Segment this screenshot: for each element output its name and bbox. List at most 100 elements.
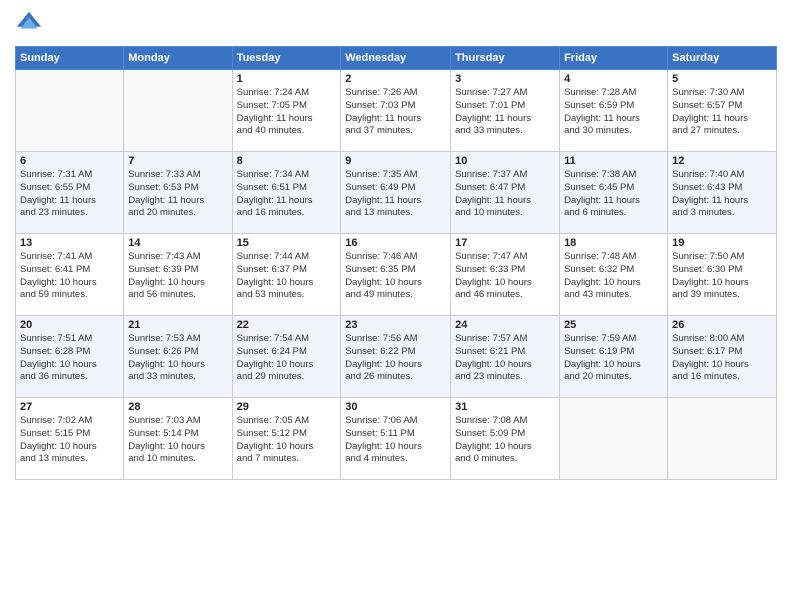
calendar-cell: 1 Sunrise: 7:24 AM Sunset: 7:05 PM Daylig… (232, 70, 341, 152)
calendar-week-4: 20Sunrise: 7:51 AM Sunset: 6:28 PM Dayli… (16, 316, 777, 398)
day-number: 17 (455, 237, 555, 249)
day-number: 19 (672, 237, 772, 249)
day-number: 18 (564, 237, 663, 249)
calendar-cell (668, 398, 777, 480)
logo (15, 10, 45, 38)
day-info: Sunrise: 7:40 AM Sunset: 6:43 PM Dayligh… (672, 169, 772, 220)
calendar-cell: 12 Sunrise: 7:40 AM Sunset: 6:43 PM Dayli… (668, 152, 777, 234)
calendar-cell: 20Sunrise: 7:51 AM Sunset: 6:28 PM Dayli… (16, 316, 124, 398)
calendar-week-2: 6 Sunrise: 7:31 AM Sunset: 6:55 PM Daylig… (16, 152, 777, 234)
day-info: Sunrise: 7:28 AM Sunset: 6:59 PM Dayligh… (564, 87, 663, 138)
calendar-cell: 26 Sunrise: 8:00 AM Sunset: 6:17 PM Dayli… (668, 316, 777, 398)
calendar-week-3: 13Sunrise: 7:41 AM Sunset: 6:41 PM Dayli… (16, 234, 777, 316)
day-info: Sunrise: 7:37 AM Sunset: 6:47 PM Dayligh… (455, 169, 555, 220)
day-number: 6 (20, 155, 119, 167)
day-number: 27 (20, 401, 119, 413)
day-number: 4 (564, 73, 663, 85)
calendar-cell: 21 Sunrise: 7:53 AM Sunset: 6:26 PM Dayli… (124, 316, 232, 398)
day-info: Sunrise: 7:31 AM Sunset: 6:55 PM Dayligh… (20, 169, 119, 220)
day-number: 10 (455, 155, 555, 167)
day-header-tuesday: Tuesday (232, 47, 341, 70)
day-info: Sunrise: 7:02 AM Sunset: 5:15 PM Dayligh… (20, 415, 119, 466)
day-number: 14 (128, 237, 227, 249)
day-number: 11 (564, 155, 663, 167)
day-header-saturday: Saturday (668, 47, 777, 70)
calendar-week-1: 1 Sunrise: 7:24 AM Sunset: 7:05 PM Daylig… (16, 70, 777, 152)
calendar-cell: 15 Sunrise: 7:44 AM Sunset: 6:37 PM Dayli… (232, 234, 341, 316)
day-number: 5 (672, 73, 772, 85)
day-number: 8 (237, 155, 337, 167)
day-number: 28 (128, 401, 227, 413)
header-row: SundayMondayTuesdayWednesdayThursdayFrid… (16, 47, 777, 70)
day-number: 12 (672, 155, 772, 167)
calendar-cell: 7 Sunrise: 7:33 AM Sunset: 6:53 PM Daylig… (124, 152, 232, 234)
calendar-cell: 6 Sunrise: 7:31 AM Sunset: 6:55 PM Daylig… (16, 152, 124, 234)
logo-icon (15, 10, 43, 38)
day-number: 9 (345, 155, 446, 167)
calendar-cell: 3 Sunrise: 7:27 AM Sunset: 7:01 PM Daylig… (451, 70, 560, 152)
calendar-cell: 11 Sunrise: 7:38 AM Sunset: 6:45 PM Dayli… (560, 152, 668, 234)
day-info: Sunrise: 7:41 AM Sunset: 6:41 PM Dayligh… (20, 251, 119, 302)
day-header-monday: Monday (124, 47, 232, 70)
calendar-table: SundayMondayTuesdayWednesdayThursdayFrid… (15, 46, 777, 480)
day-info: Sunrise: 7:35 AM Sunset: 6:49 PM Dayligh… (345, 169, 446, 220)
day-info: Sunrise: 7:05 AM Sunset: 5:12 PM Dayligh… (237, 415, 337, 466)
day-number: 7 (128, 155, 227, 167)
header (15, 10, 777, 38)
calendar-cell: 25 Sunrise: 7:59 AM Sunset: 6:19 PM Dayli… (560, 316, 668, 398)
day-number: 29 (237, 401, 337, 413)
day-info: Sunrise: 7:06 AM Sunset: 5:11 PM Dayligh… (345, 415, 446, 466)
calendar-cell: 23 Sunrise: 7:56 AM Sunset: 6:22 PM Dayli… (341, 316, 451, 398)
day-number: 15 (237, 237, 337, 249)
day-number: 31 (455, 401, 555, 413)
calendar-cell: 28Sunrise: 7:03 AM Sunset: 5:14 PM Dayli… (124, 398, 232, 480)
day-number: 22 (237, 319, 337, 331)
day-info: Sunrise: 7:24 AM Sunset: 7:05 PM Dayligh… (237, 87, 337, 138)
day-number: 2 (345, 73, 446, 85)
calendar-cell: 5Sunrise: 7:30 AM Sunset: 6:57 PM Daylig… (668, 70, 777, 152)
day-info: Sunrise: 7:51 AM Sunset: 6:28 PM Dayligh… (20, 333, 119, 384)
day-number: 21 (128, 319, 227, 331)
calendar-cell: 4 Sunrise: 7:28 AM Sunset: 6:59 PM Daylig… (560, 70, 668, 152)
day-info: Sunrise: 7:47 AM Sunset: 6:33 PM Dayligh… (455, 251, 555, 302)
calendar-cell: 19 Sunrise: 7:50 AM Sunset: 6:30 PM Dayli… (668, 234, 777, 316)
calendar-cell: 27 Sunrise: 7:02 AM Sunset: 5:15 PM Dayli… (16, 398, 124, 480)
calendar-cell: 30 Sunrise: 7:06 AM Sunset: 5:11 PM Dayli… (341, 398, 451, 480)
day-number: 26 (672, 319, 772, 331)
day-info: Sunrise: 7:57 AM Sunset: 6:21 PM Dayligh… (455, 333, 555, 384)
day-info: Sunrise: 7:50 AM Sunset: 6:30 PM Dayligh… (672, 251, 772, 302)
day-header-friday: Friday (560, 47, 668, 70)
calendar-week-5: 27 Sunrise: 7:02 AM Sunset: 5:15 PM Dayli… (16, 398, 777, 480)
calendar-cell (560, 398, 668, 480)
day-header-sunday: Sunday (16, 47, 124, 70)
day-number: 1 (237, 73, 337, 85)
day-number: 24 (455, 319, 555, 331)
day-info: Sunrise: 7:56 AM Sunset: 6:22 PM Dayligh… (345, 333, 446, 384)
calendar-cell: 31 Sunrise: 7:08 AM Sunset: 5:09 PM Dayli… (451, 398, 560, 480)
calendar-cell: 17 Sunrise: 7:47 AM Sunset: 6:33 PM Dayli… (451, 234, 560, 316)
calendar-cell: 24 Sunrise: 7:57 AM Sunset: 6:21 PM Dayli… (451, 316, 560, 398)
day-info: Sunrise: 7:44 AM Sunset: 6:37 PM Dayligh… (237, 251, 337, 302)
day-info: Sunrise: 8:00 AM Sunset: 6:17 PM Dayligh… (672, 333, 772, 384)
day-info: Sunrise: 7:34 AM Sunset: 6:51 PM Dayligh… (237, 169, 337, 220)
day-info: Sunrise: 7:48 AM Sunset: 6:32 PM Dayligh… (564, 251, 663, 302)
day-number: 16 (345, 237, 446, 249)
day-info: Sunrise: 7:08 AM Sunset: 5:09 PM Dayligh… (455, 415, 555, 466)
calendar-cell: 2Sunrise: 7:26 AM Sunset: 7:03 PM Daylig… (341, 70, 451, 152)
calendar-page: SundayMondayTuesdayWednesdayThursdayFrid… (0, 0, 792, 612)
day-header-thursday: Thursday (451, 47, 560, 70)
calendar-cell: 14Sunrise: 7:43 AM Sunset: 6:39 PM Dayli… (124, 234, 232, 316)
calendar-cell: 10 Sunrise: 7:37 AM Sunset: 6:47 PM Dayli… (451, 152, 560, 234)
day-number: 23 (345, 319, 446, 331)
calendar-cell: 16Sunrise: 7:46 AM Sunset: 6:35 PM Dayli… (341, 234, 451, 316)
calendar-cell: 9 Sunrise: 7:35 AM Sunset: 6:49 PM Daylig… (341, 152, 451, 234)
day-number: 3 (455, 73, 555, 85)
day-info: Sunrise: 7:59 AM Sunset: 6:19 PM Dayligh… (564, 333, 663, 384)
day-number: 25 (564, 319, 663, 331)
day-info: Sunrise: 7:53 AM Sunset: 6:26 PM Dayligh… (128, 333, 227, 384)
day-number: 30 (345, 401, 446, 413)
calendar-cell: 13Sunrise: 7:41 AM Sunset: 6:41 PM Dayli… (16, 234, 124, 316)
day-info: Sunrise: 7:33 AM Sunset: 6:53 PM Dayligh… (128, 169, 227, 220)
day-info: Sunrise: 7:38 AM Sunset: 6:45 PM Dayligh… (564, 169, 663, 220)
day-info: Sunrise: 7:27 AM Sunset: 7:01 PM Dayligh… (455, 87, 555, 138)
